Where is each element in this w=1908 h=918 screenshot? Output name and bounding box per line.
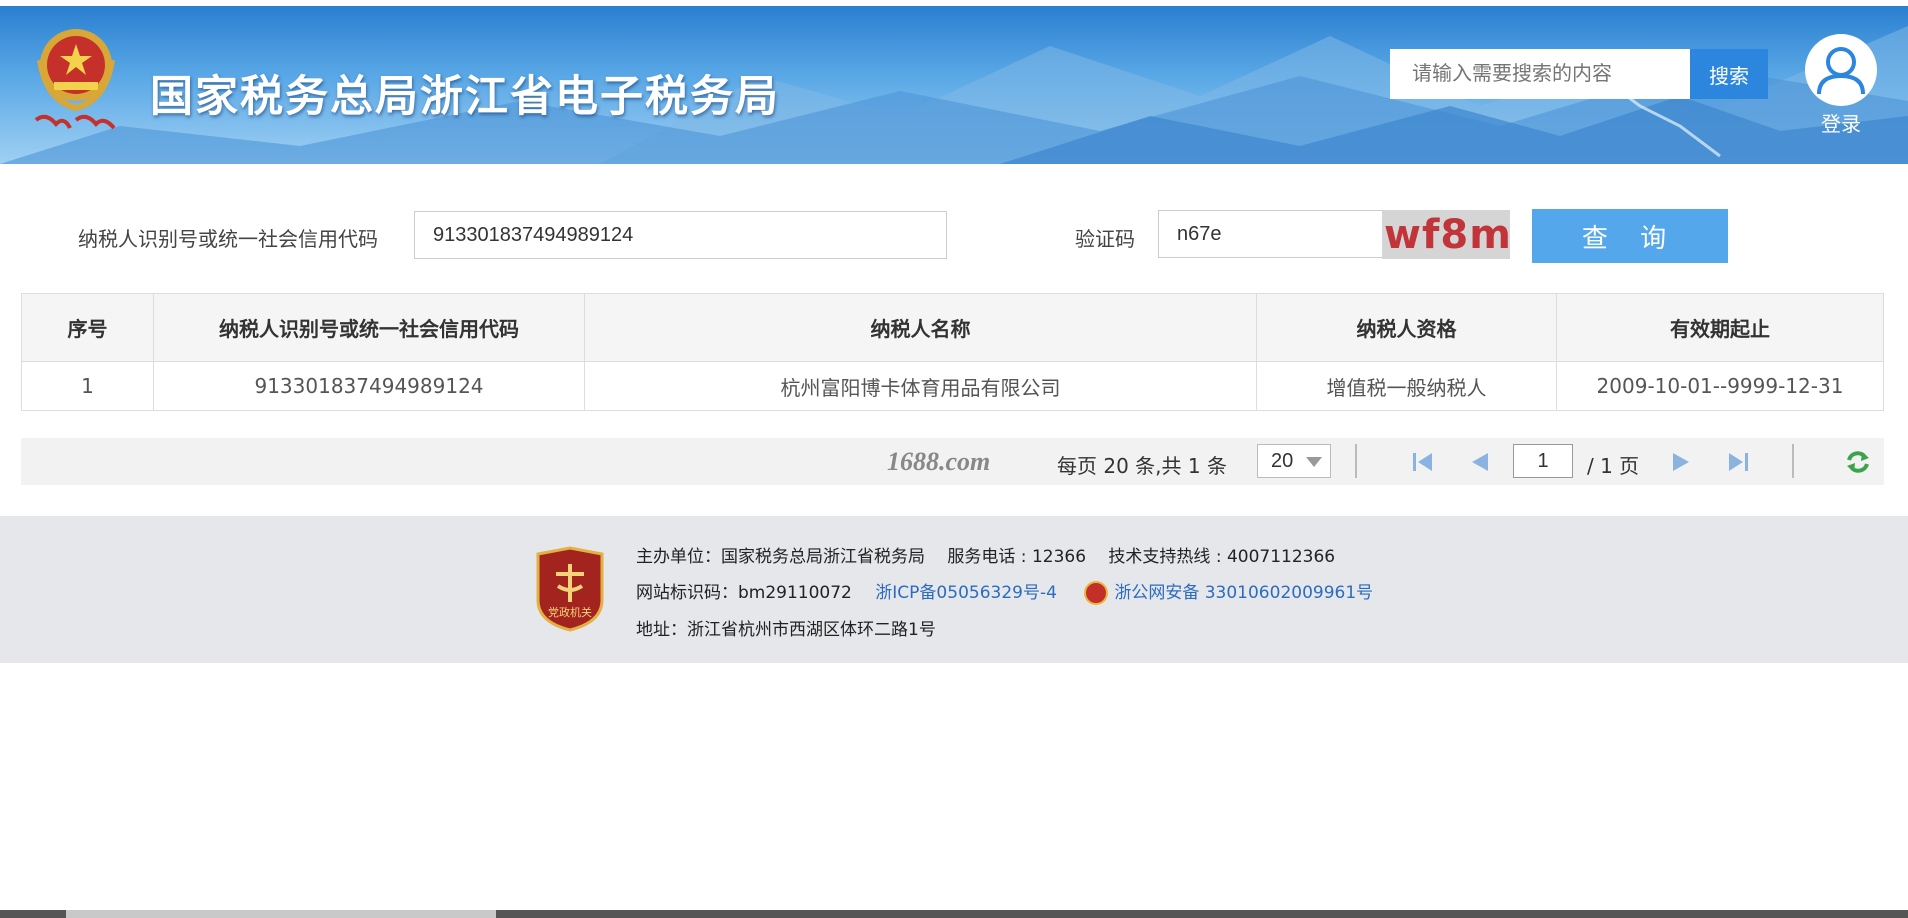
row-taxpayer-id: 913301837494989124	[153, 361, 585, 411]
login-link[interactable]: 登录	[1805, 108, 1877, 137]
footer-address: 地址：浙江省杭州市西湖区体环二路1号	[636, 620, 936, 640]
police-record-link[interactable]: 浙公网安备 33010602009961号	[1114, 583, 1373, 603]
current-page-input[interactable]: 1	[1513, 444, 1573, 478]
column-header: 纳税人名称	[584, 293, 1257, 362]
horizontal-scrollbar[interactable]	[0, 910, 1908, 918]
watermark: 1688.com	[887, 447, 991, 476]
table-row[interactable]: 1 913301837494989124 杭州富阳博卡体育用品有限公司 增值税一…	[21, 361, 1884, 411]
page-size-select[interactable]: 20	[1257, 444, 1331, 478]
taxpayer-id-label: 纳税人识别号或统一社会信用代码	[78, 227, 378, 251]
search-input[interactable]	[1390, 49, 1690, 99]
site-footer: 党政机关 主办单位：国家税务总局浙江省税务局 服务电话 : 12366 技术支持…	[0, 516, 1908, 663]
column-header: 纳税人资格	[1256, 293, 1557, 362]
row-index: 1	[21, 361, 154, 411]
svg-text:党政机关: 党政机关	[548, 605, 592, 619]
pagination-info: 每页 20 条,共 1 条	[1057, 454, 1227, 478]
pagination-bar: 1688.com 每页 20 条,共 1 条 20 1 / 1 页	[21, 438, 1884, 485]
icp-link[interactable]: 浙ICP备05056329号-4	[875, 583, 1057, 603]
taxpayer-id-input[interactable]	[414, 211, 947, 259]
column-header: 序号	[21, 293, 154, 362]
prev-page-icon[interactable]	[1464, 447, 1494, 477]
refresh-icon[interactable]	[1843, 447, 1873, 477]
column-header: 有效期起止	[1556, 293, 1884, 362]
scrollbar-thumb[interactable]	[66, 910, 496, 918]
footer-host-info: 主办单位：国家税务总局浙江省税务局 服务电话 : 12366 技术支持热线 : …	[636, 547, 1336, 567]
footer-record-line: 网站标识码：bm29110072 浙ICP备05056329号-4 浙公网安备 …	[636, 578, 1373, 605]
chevron-down-icon	[1306, 457, 1322, 467]
police-badge-icon	[1084, 581, 1109, 605]
table-header-row: 序号 纳税人识别号或统一社会信用代码 纳税人名称 纳税人资格 有效期起止	[21, 293, 1884, 362]
search-button[interactable]: 搜索	[1690, 49, 1768, 99]
column-header: 纳税人识别号或统一社会信用代码	[153, 293, 585, 362]
row-validity-period: 2009-10-01--9999-12-31	[1556, 361, 1884, 411]
first-page-icon[interactable]	[1408, 447, 1438, 477]
row-taxpayer-qualification: 增值税一般纳税人	[1256, 361, 1557, 411]
total-pages: / 1 页	[1587, 454, 1640, 478]
government-badge-icon[interactable]: 党政机关	[534, 546, 606, 632]
site-header: 国家税务总局浙江省电子税务局 搜索 登录	[0, 6, 1908, 164]
captcha-label: 验证码	[1075, 227, 1135, 251]
captcha-image[interactable]: wf8m	[1382, 210, 1510, 259]
captcha-input[interactable]	[1158, 210, 1384, 258]
user-avatar-icon[interactable]	[1805, 34, 1877, 106]
site-id: 网站标识码：bm29110072	[636, 583, 852, 603]
results-table: 序号 纳税人识别号或统一社会信用代码 纳税人名称 纳税人资格 有效期起止 1 9…	[21, 293, 1884, 411]
next-page-icon[interactable]	[1667, 447, 1697, 477]
divider	[1792, 444, 1794, 478]
national-emblem-icon	[34, 29, 116, 130]
divider	[1355, 444, 1357, 478]
query-button[interactable]: 查 询	[1532, 209, 1728, 263]
last-page-icon[interactable]	[1723, 447, 1753, 477]
row-taxpayer-name: 杭州富阳博卡体育用品有限公司	[584, 361, 1257, 411]
site-title: 国家税务总局浙江省电子税务局	[150, 72, 780, 122]
